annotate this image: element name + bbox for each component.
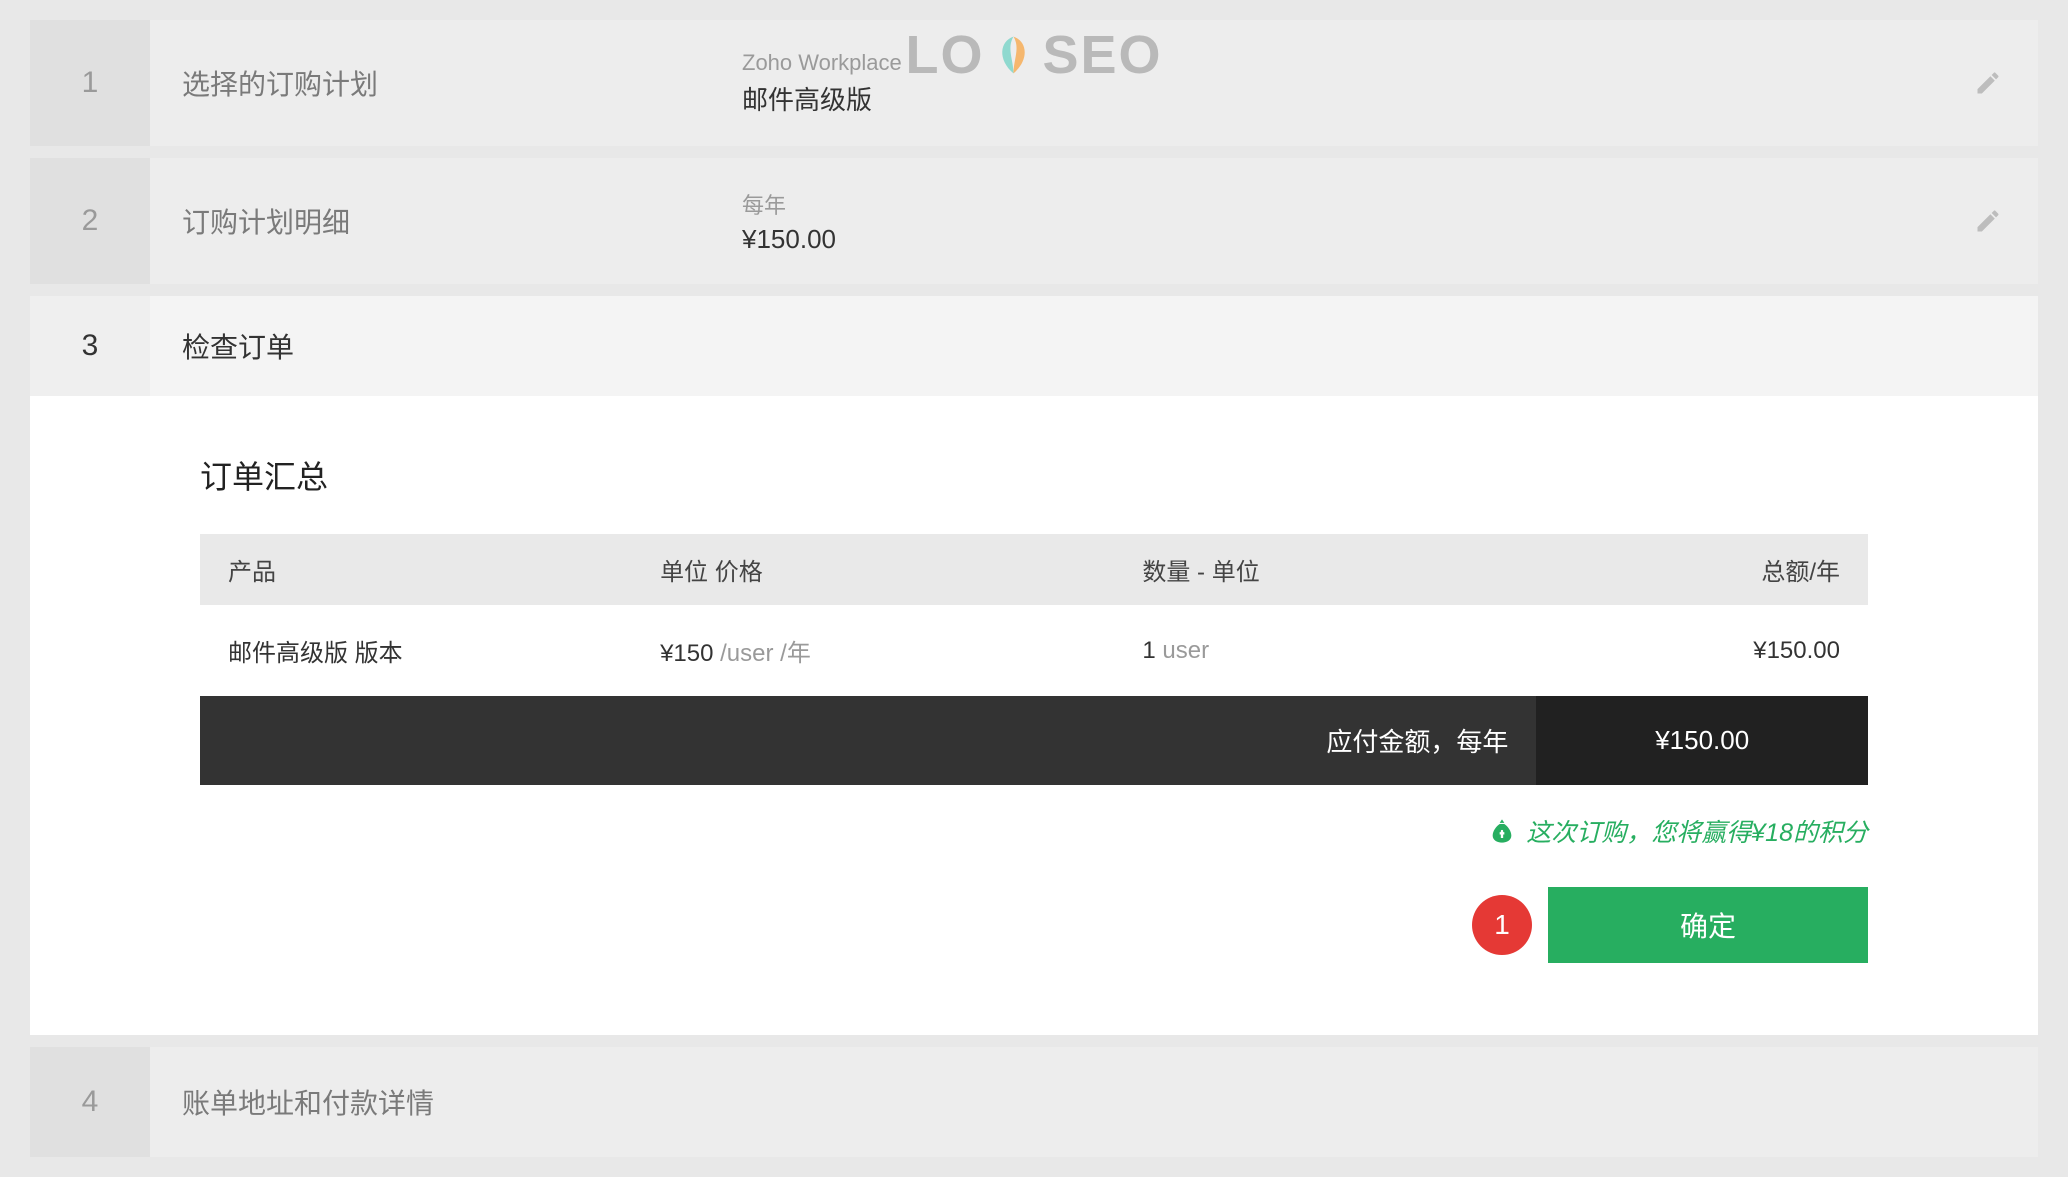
table-row: 邮件高级版 版本 ¥150 /user /年 1 user ¥150.00 xyxy=(200,605,1868,696)
pencil-icon[interactable] xyxy=(1974,69,2002,97)
cell-row-total: ¥150.00 xyxy=(1536,605,1868,696)
total-value: ¥150.00 xyxy=(1536,696,1868,785)
col-product: 产品 xyxy=(200,534,632,605)
price-unit: /user /年 xyxy=(713,640,810,667)
table-total-row: 应付金额，每年 ¥150.00 xyxy=(200,696,1868,785)
step-3-number: 3 xyxy=(30,296,150,396)
step-1-body: 选择的订购计划 Zoho Workplace 邮件高级版 xyxy=(150,20,2038,146)
total-label: 应付金额，每年 xyxy=(200,696,1536,785)
step-1-value-text: 邮件高级版 xyxy=(742,80,902,117)
step-1-value: Zoho Workplace 邮件高级版 xyxy=(742,50,902,117)
step-3-body: 检查订单 xyxy=(150,296,2038,396)
step-2-body: 订购计划明细 每年 ¥150.00 xyxy=(150,158,2038,284)
money-bag-icon xyxy=(1488,817,1516,845)
cell-unit-price: ¥150 /user /年 xyxy=(632,605,1114,696)
qty-value: 1 xyxy=(1142,637,1155,664)
order-summary-panel: 订单汇总 产品 单位 价格 数量 - 单位 总额/年 邮件高级版 版本 ¥150… xyxy=(30,396,2038,1035)
points-text: 这次订购，您将赢得¥18的积分 xyxy=(1526,813,1868,849)
step-3-title: 检查订单 xyxy=(182,326,742,366)
step-2-value-text: ¥150.00 xyxy=(742,224,836,255)
action-row: 1 确定 xyxy=(200,887,1868,963)
step-2-row: 2 订购计划明细 每年 ¥150.00 xyxy=(30,158,2038,284)
step-4-title: 账单地址和付款详情 xyxy=(182,1082,742,1122)
order-summary-heading: 订单汇总 xyxy=(200,452,1868,498)
annotation-badge: 1 xyxy=(1472,895,1532,955)
step-4-number: 4 xyxy=(30,1047,150,1157)
table-header-row: 产品 单位 价格 数量 - 单位 总额/年 xyxy=(200,534,1868,605)
col-total: 总额/年 xyxy=(1536,534,1868,605)
col-unit-price: 单位 价格 xyxy=(632,534,1114,605)
price-value: ¥150 xyxy=(660,640,713,667)
cell-product: 邮件高级版 版本 xyxy=(200,605,632,696)
step-1-title: 选择的订购计划 xyxy=(182,63,742,103)
step-2-value-label: 每年 xyxy=(742,188,836,220)
step-1-value-label: Zoho Workplace xyxy=(742,50,902,76)
step-1-number: 1 xyxy=(30,20,150,146)
col-quantity: 数量 - 单位 xyxy=(1114,534,1536,605)
order-summary-table: 产品 单位 价格 数量 - 单位 总额/年 邮件高级版 版本 ¥150 /use… xyxy=(200,534,1868,785)
points-reward-line: 这次订购，您将赢得¥18的积分 xyxy=(200,785,1868,859)
step-3-row: 3 检查订单 xyxy=(30,296,2038,396)
qty-unit: user xyxy=(1156,637,1209,664)
step-2-title: 订购计划明细 xyxy=(182,201,742,241)
step-4-row: 4 账单地址和付款详情 xyxy=(30,1047,2038,1157)
pencil-icon[interactable] xyxy=(1974,207,2002,235)
step-4-body: 账单地址和付款详情 xyxy=(150,1047,2038,1157)
confirm-button[interactable]: 确定 xyxy=(1548,887,1868,963)
cell-quantity: 1 user xyxy=(1114,605,1536,696)
step-2-number: 2 xyxy=(30,158,150,284)
step-1-row: 1 选择的订购计划 Zoho Workplace 邮件高级版 xyxy=(30,20,2038,146)
step-2-value: 每年 ¥150.00 xyxy=(742,188,836,255)
